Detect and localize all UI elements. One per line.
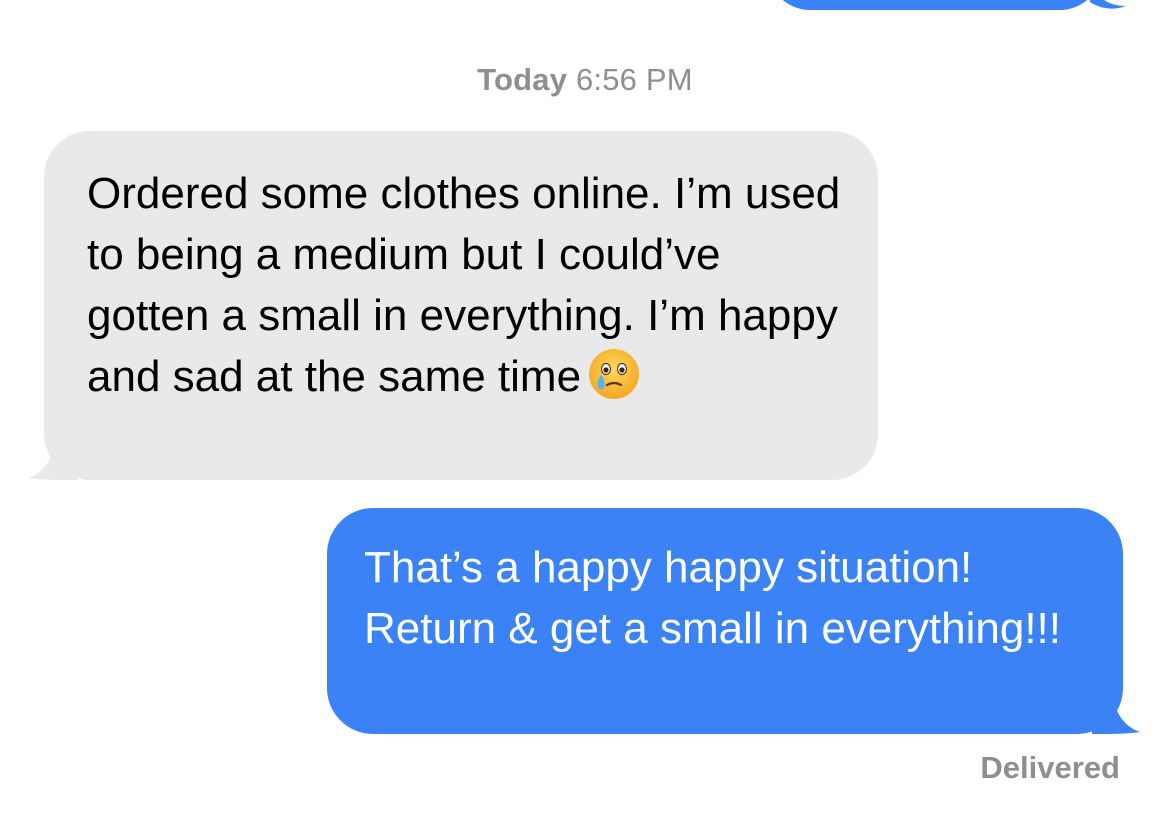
- previous-bubble-tail: [1090, 0, 1126, 9]
- outgoing-message-bubble[interactable]: That’s a happy happy situation! Return &…: [327, 508, 1123, 734]
- timestamp-day: Today: [477, 62, 568, 97]
- previous-outgoing-bubble[interactable]: [768, 0, 1102, 10]
- incoming-message-text: Ordered some clothes online. I’m used to…: [87, 169, 841, 401]
- timestamp-time: 6:56 PM: [575, 62, 693, 97]
- face-holding-back-tears-icon: [589, 349, 640, 399]
- message-timestamp: Today 6:56 PM: [0, 62, 1170, 98]
- delivery-status: Delivered: [980, 750, 1120, 785]
- incoming-message-bubble[interactable]: Ordered some clothes online. I’m used to…: [44, 131, 878, 480]
- outgoing-message-text: That’s a happy happy situation! Return &…: [364, 543, 1061, 653]
